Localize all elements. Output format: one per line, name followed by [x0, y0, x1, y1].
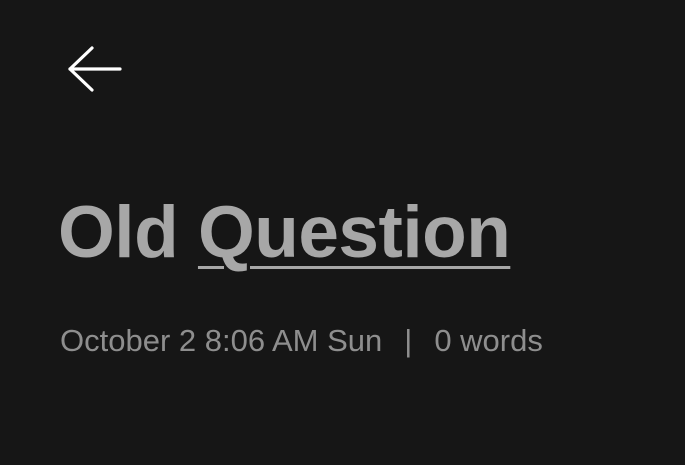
- title-word-question: Question: [197, 192, 511, 273]
- note-title[interactable]: Old Question: [58, 188, 511, 278]
- word-count: 0 words: [434, 323, 543, 358]
- back-button[interactable]: [58, 36, 132, 102]
- note-date: October 2 8:06 AM Sun: [60, 323, 383, 358]
- note-editor-screen: Old Question October 2 8:06 AM Sun | 0 wor…: [0, 0, 685, 465]
- meta-separator: |: [404, 323, 413, 358]
- note-meta: October 2 8:06 AM Sun | 0 words: [60, 320, 543, 362]
- arrow-left-icon: [68, 46, 122, 92]
- title-word-old: Old: [58, 192, 179, 273]
